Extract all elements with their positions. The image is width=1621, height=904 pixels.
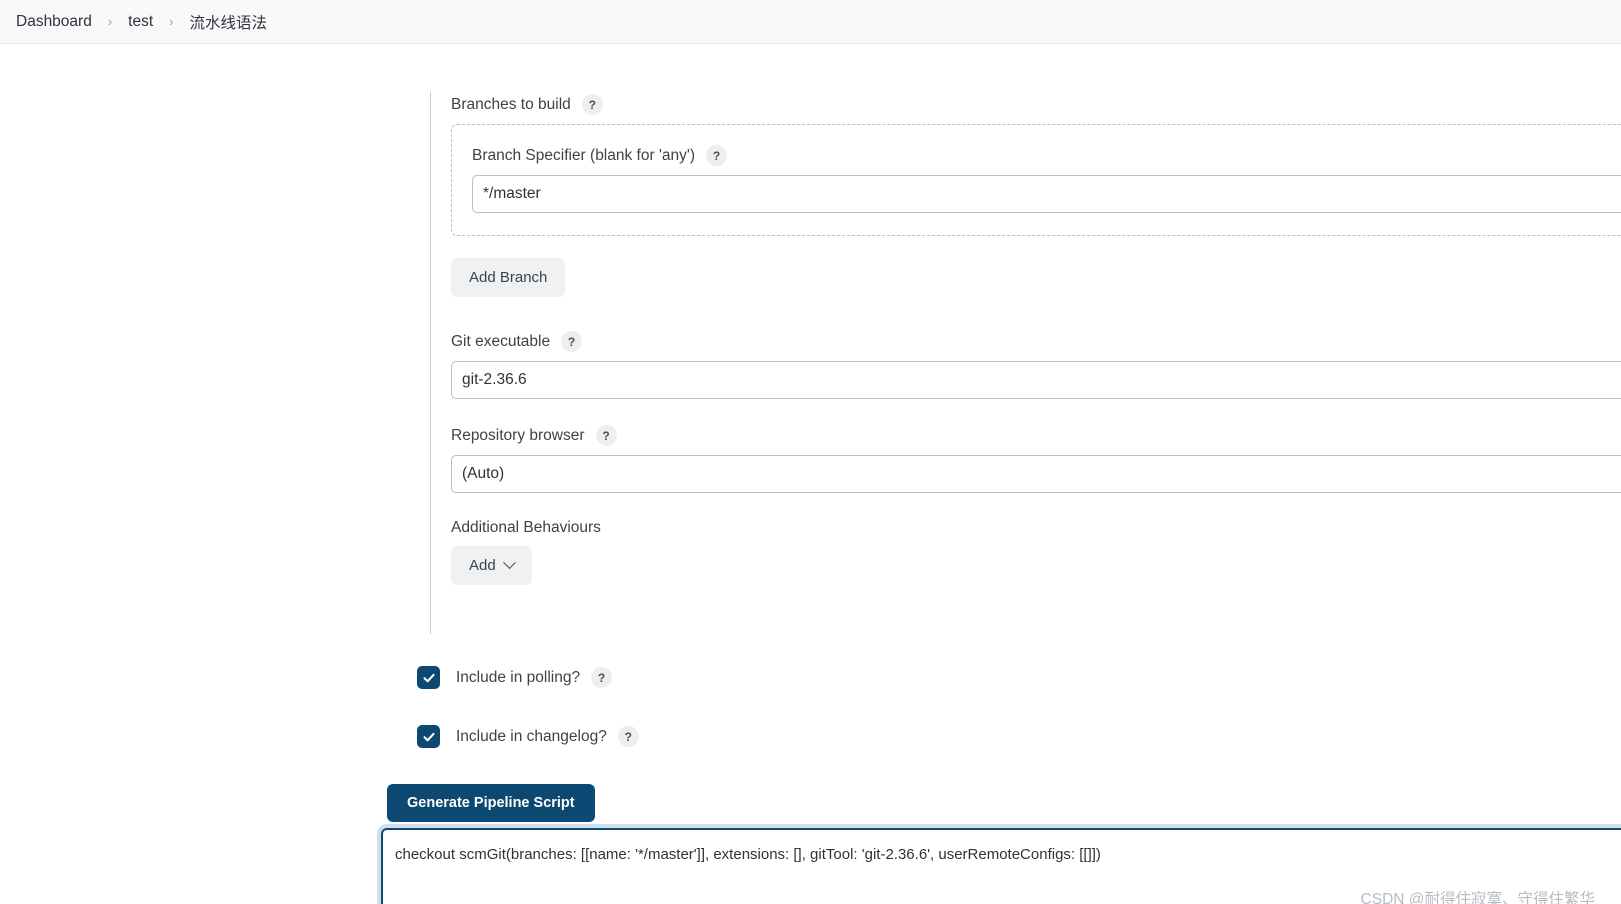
help-icon[interactable]: ? (581, 94, 603, 115)
git-executable-label: Git executable (451, 332, 551, 350)
help-icon[interactable]: ? (617, 726, 639, 747)
help-icon[interactable]: ? (595, 425, 617, 446)
include-in-polling-label-row: Include in polling? ? (456, 667, 613, 688)
help-icon[interactable]: ? (591, 667, 613, 688)
breadcrumb-separator-icon: › (169, 14, 174, 29)
chevron-down-icon (502, 556, 516, 570)
scm-form-column: Branches to build ? Branch Specifier (bl… (451, 94, 1621, 585)
additional-behaviours-label-row: Additional Behaviours (451, 519, 1621, 537)
branches-to-build-label: Branches to build (451, 95, 571, 113)
pipeline-syntax-page: Branches to build ? Branch Specifier (bl… (0, 44, 1621, 904)
branch-entry-block: Branch Specifier (blank for 'any') ? (451, 124, 1621, 236)
repository-browser-label-row: Repository browser ? (451, 425, 1621, 446)
include-in-changelog-checkbox[interactable] (417, 725, 440, 748)
include-in-polling-checkbox[interactable] (417, 666, 440, 689)
breadcrumb-item-dashboard[interactable]: Dashboard (10, 11, 98, 33)
watermark-text: CSDN @耐得住寂寞、守得住繁华 (1360, 891, 1595, 904)
include-in-changelog-row[interactable]: Include in changelog? ? (417, 725, 639, 748)
breadcrumb-item-test[interactable]: test (122, 11, 159, 33)
breadcrumb-separator-icon: › (107, 14, 113, 29)
add-branch-button[interactable]: Add Branch (451, 258, 566, 297)
include-in-changelog-label: Include in changelog? (456, 727, 607, 745)
include-in-changelog-label-row: Include in changelog? ? (456, 726, 639, 747)
repository-browser-select[interactable] (451, 455, 1621, 493)
additional-behaviours-label: Additional Behaviours (451, 519, 601, 536)
additional-behaviours-add-button[interactable]: Add (451, 546, 532, 585)
repository-browser-label: Repository browser (451, 426, 585, 444)
git-executable-input[interactable] (451, 361, 1621, 399)
branch-specifier-label: Branch Specifier (blank for 'any') (472, 146, 696, 164)
include-in-polling-row[interactable]: Include in polling? ? (417, 666, 613, 689)
breadcrumb-item-current[interactable]: 流水线语法 (184, 9, 274, 35)
include-in-polling-label: Include in polling? (456, 668, 581, 686)
help-icon[interactable]: ? (706, 145, 728, 166)
section-divider-rule (430, 92, 431, 634)
add-button-label: Add (469, 557, 496, 574)
generate-pipeline-script-button[interactable]: Generate Pipeline Script (387, 784, 595, 822)
help-icon[interactable]: ? (561, 331, 583, 352)
branch-specifier-input[interactable] (472, 175, 1621, 213)
branch-specifier-label-row: Branch Specifier (blank for 'any') ? (472, 145, 1621, 166)
git-executable-label-row: Git executable ? (451, 331, 1621, 352)
branches-to-build-label-row: Branches to build ? (451, 94, 1621, 115)
breadcrumb: Dashboard › test › 流水线语法 (0, 0, 1621, 44)
